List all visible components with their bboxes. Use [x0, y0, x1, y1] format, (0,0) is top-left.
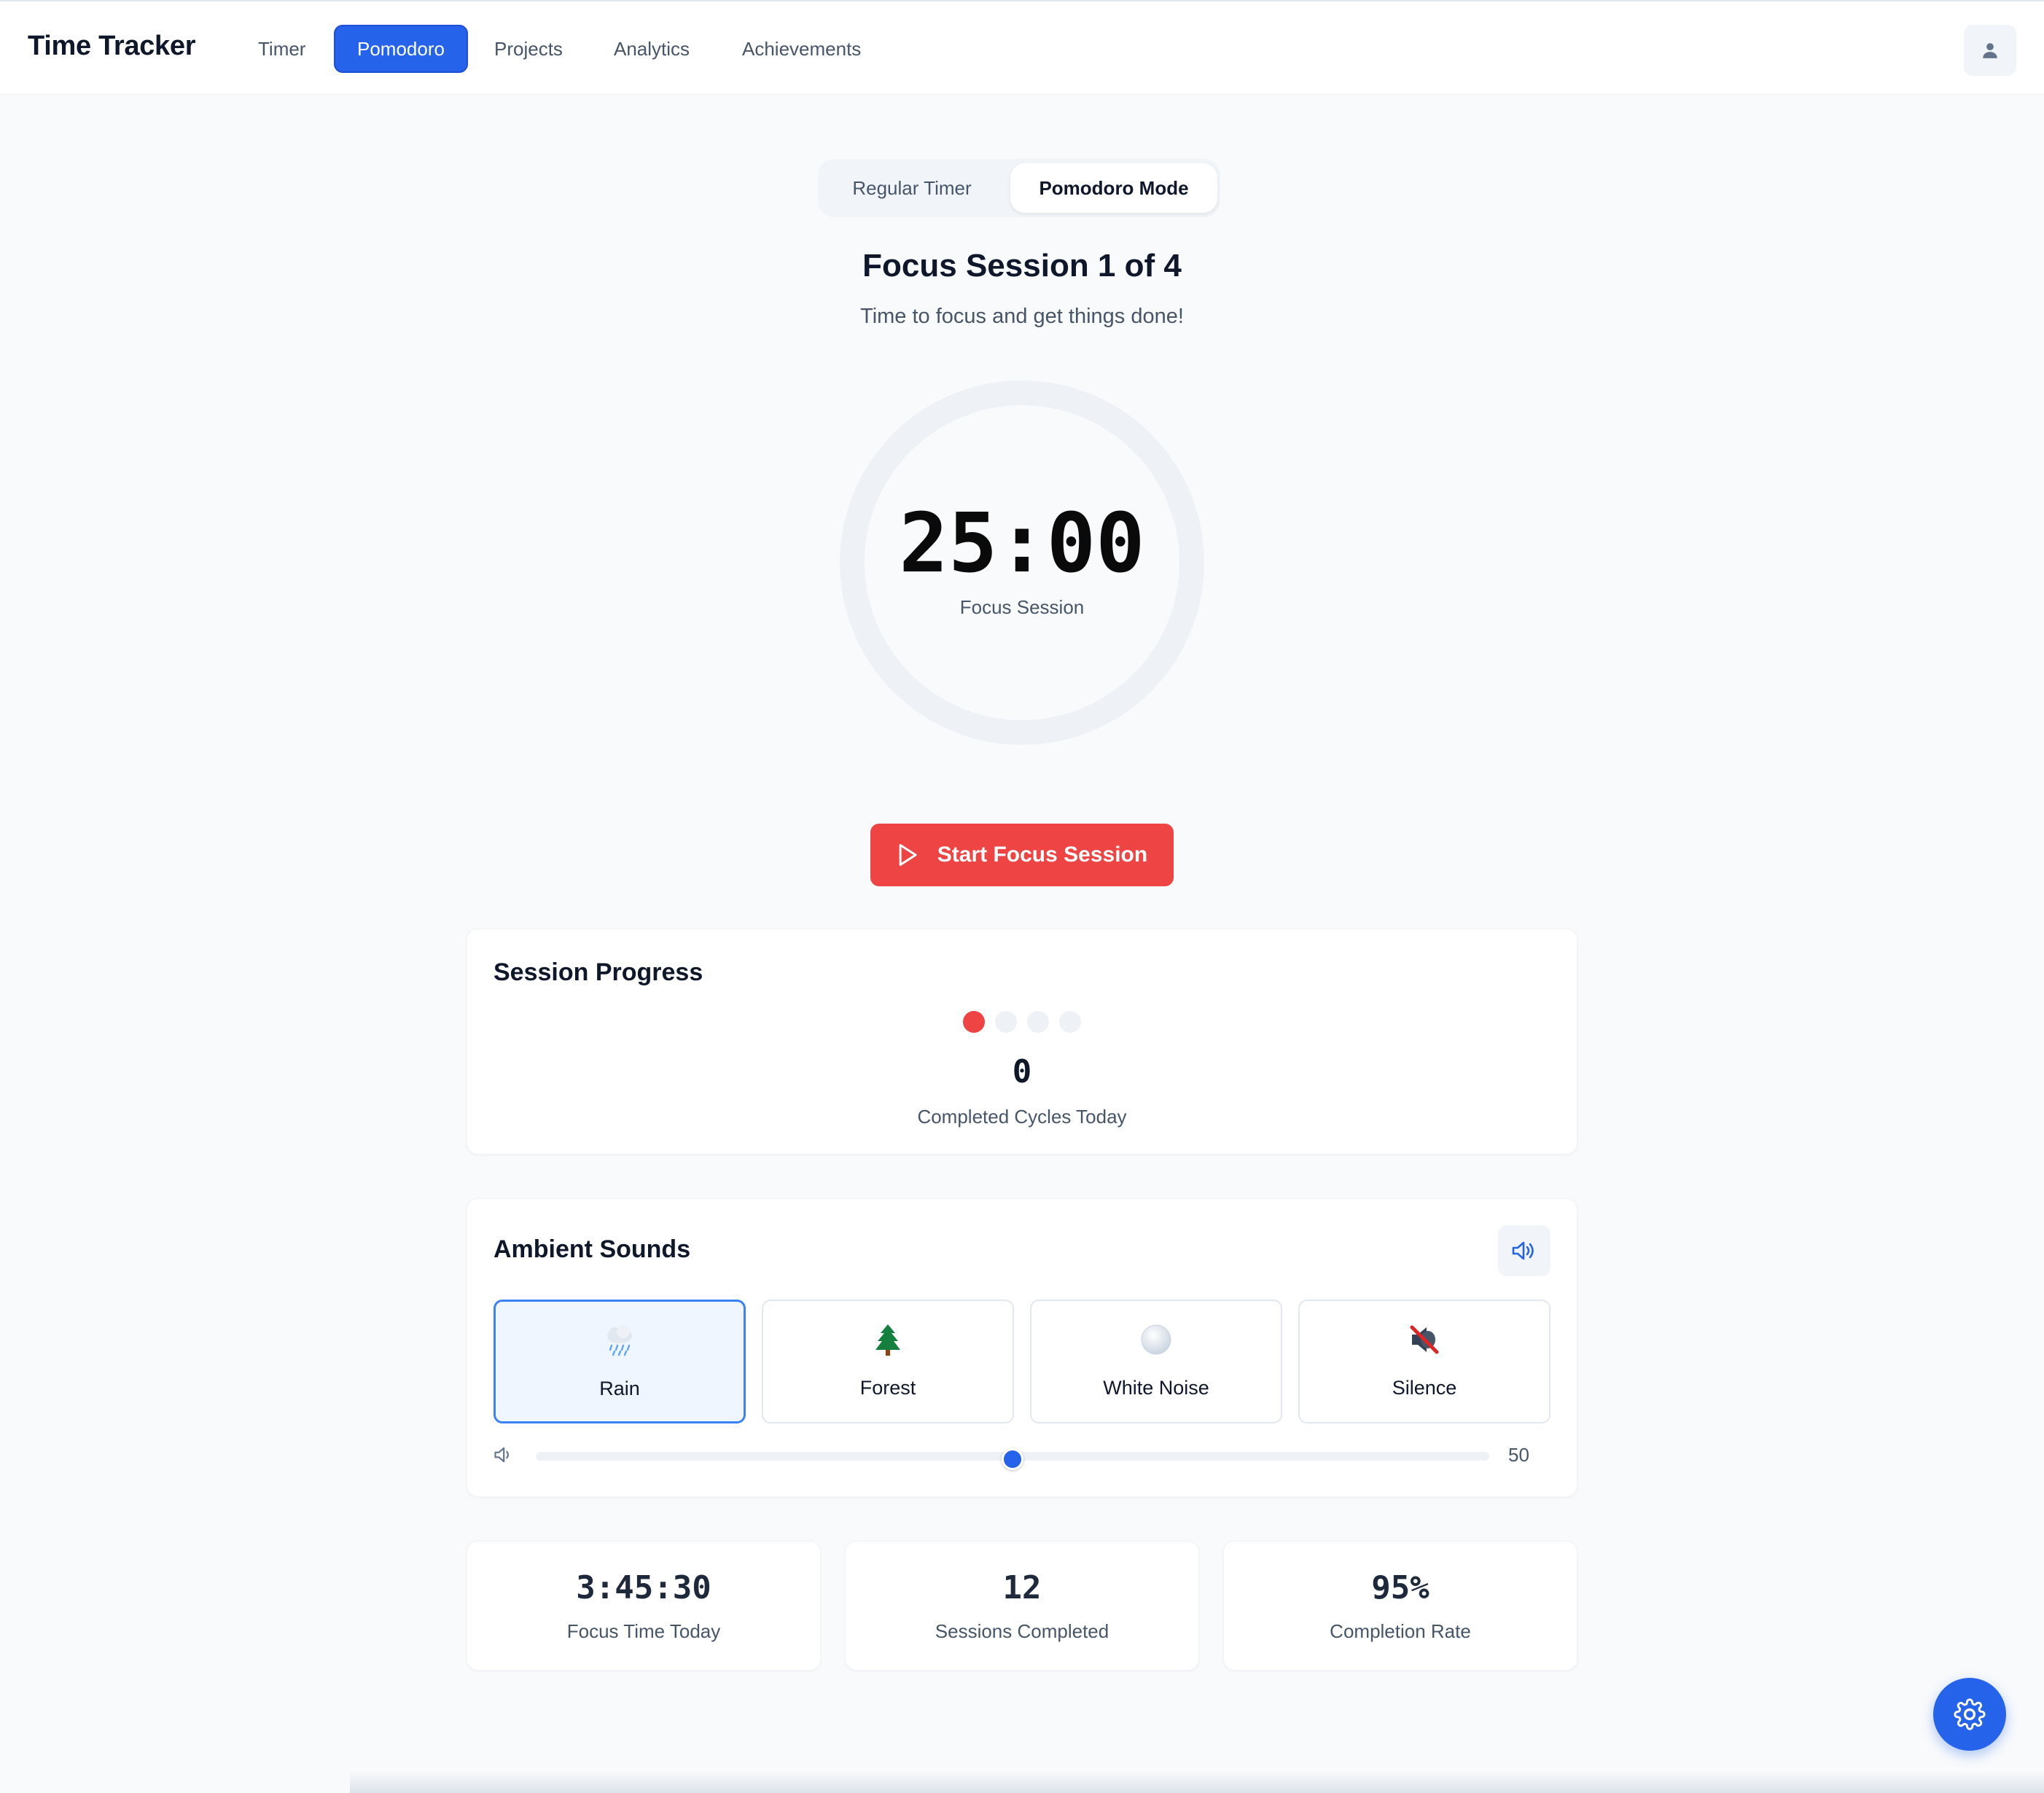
progress-dot-4 — [1059, 1011, 1081, 1033]
sessions-completed-label: Sessions Completed — [935, 1620, 1109, 1642]
nav-item-timer[interactable]: Timer — [236, 25, 327, 73]
progress-dot-1 — [963, 1011, 985, 1033]
muted-speaker-icon — [1410, 1325, 1439, 1354]
nav-item-pomodoro[interactable]: Pomodoro — [334, 25, 468, 73]
volume-slider-thumb[interactable] — [1002, 1448, 1023, 1470]
ambient-sounds-card: Ambient Sounds Rain Forest White Noise S… — [467, 1198, 1577, 1497]
volume-low-icon — [494, 1447, 510, 1463]
timer-display: 25:00 — [899, 496, 1145, 591]
ambient-volume-toggle[interactable] — [1498, 1225, 1550, 1276]
rain-cloud-icon — [607, 1325, 632, 1356]
stat-card-sessions: 12 Sessions Completed — [845, 1541, 1199, 1671]
session-title: Focus Session 1 of 4 — [862, 248, 1182, 284]
sound-option-label: Forest — [859, 1377, 916, 1399]
session-subtitle: Time to focus and get things done! — [860, 305, 1184, 328]
stat-card-focus-time: 3:45:30 Focus Time Today — [467, 1541, 821, 1671]
nav-item-projects[interactable]: Projects — [472, 25, 585, 73]
volume-slider[interactable] — [536, 1448, 1489, 1470]
start-button-label: Start Focus Session — [937, 843, 1148, 867]
completion-rate-label: Completion Rate — [1330, 1620, 1471, 1642]
white-circle-icon — [1141, 1324, 1171, 1355]
app-title: Time Tracker — [28, 31, 196, 61]
timer-mode-toggle: Regular Timer Pomodoro Mode — [818, 159, 1220, 217]
sound-option-silence[interactable]: Silence — [1298, 1300, 1550, 1423]
nav-item-achievements[interactable]: Achievements — [720, 25, 883, 73]
volume-slider-row: 50 — [494, 1444, 1552, 1470]
session-progress-dots — [467, 1011, 1577, 1033]
sound-option-forest[interactable]: Forest — [762, 1300, 1014, 1423]
tree-icon — [875, 1324, 900, 1356]
sound-option-label: Silence — [1392, 1377, 1457, 1399]
start-focus-session-button[interactable]: Start Focus Session — [870, 824, 1174, 886]
user-menu-button[interactable] — [1964, 25, 2016, 76]
gear-icon — [1954, 1698, 1986, 1730]
focus-time-value: 3:45:30 — [576, 1569, 711, 1606]
completed-cycles-label: Completed Cycles Today — [917, 1106, 1127, 1128]
completed-cycles-count: 0 — [1012, 1053, 1032, 1090]
timer-mode-label: Focus Session — [959, 596, 1085, 618]
settings-fab[interactable] — [1933, 1678, 2006, 1751]
stat-card-completion: 95% Completion Rate — [1223, 1541, 1577, 1671]
session-progress-title: Session Progress — [494, 958, 703, 986]
play-icon — [899, 843, 917, 867]
sound-option-label: White Noise — [1103, 1377, 1209, 1399]
user-icon — [1983, 43, 1997, 58]
ambient-sounds-title: Ambient Sounds — [494, 1235, 691, 1263]
bottom-edge-shadow — [350, 1771, 2044, 1793]
session-progress-card: Session Progress 0 Completed Cycles Toda… — [467, 929, 1577, 1155]
pomodoro-mode-tab[interactable]: Pomodoro Mode — [1010, 163, 1217, 213]
completion-rate-value: 95% — [1371, 1569, 1429, 1606]
progress-dot-2 — [995, 1011, 1017, 1033]
nav-item-analytics[interactable]: Analytics — [592, 25, 711, 73]
sound-option-rain[interactable]: Rain — [494, 1300, 746, 1423]
regular-timer-tab[interactable]: Regular Timer — [824, 163, 1000, 213]
sound-option-label: Rain — [599, 1378, 640, 1399]
sound-option-white-noise[interactable]: White Noise — [1030, 1300, 1282, 1423]
progress-dot-3 — [1027, 1011, 1049, 1033]
sessions-completed-value: 12 — [1002, 1569, 1042, 1606]
volume-value: 50 — [1508, 1444, 1529, 1466]
top-navbar: Time Tracker Timer Pomodoro Projects Ana… — [0, 1, 2044, 95]
focus-time-label: Focus Time Today — [566, 1620, 721, 1642]
volume-icon — [1512, 1241, 1534, 1260]
